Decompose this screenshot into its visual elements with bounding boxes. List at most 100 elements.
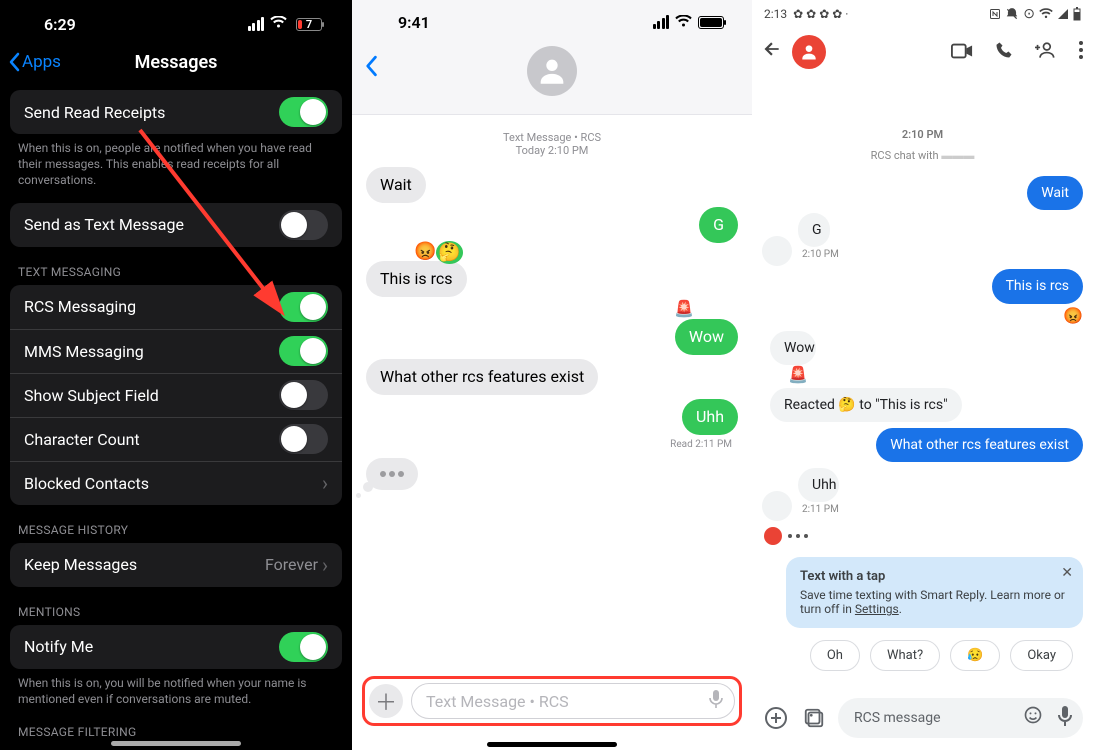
message-in[interactable]: Reacted 🤔 to "This is rcs" [770,388,962,422]
mic-icon[interactable] [1057,705,1073,732]
row-send-as-text[interactable]: Send as Text Message [10,203,342,247]
toggle-show-subject[interactable] [279,380,328,410]
ios-messages-panel: 9:41 Text Message • RCS Today 2:10 PM Wa… [352,0,752,750]
row-send-read-receipts[interactable]: Send Read Receipts [10,90,342,134]
smart-reply-chips: Oh What? 😥 Okay [762,634,1083,671]
row-show-subject[interactable]: Show Subject Field [10,373,342,417]
message-input[interactable]: Text Message • RCS [411,683,735,719]
chip-emoji[interactable]: 😥 [950,640,1000,671]
attach-button[interactable]: ＋ [369,684,403,718]
contact-name [352,98,752,108]
message-input[interactable]: RCS message [838,698,1083,738]
toggle-mms-messaging[interactable] [279,336,328,366]
video-call-icon[interactable] [951,40,973,64]
message-in[interactable]: G [798,213,830,247]
chip-okay[interactable]: Okay [1010,640,1073,671]
add-person-icon[interactable] [1035,40,1057,64]
row-keep-messages[interactable]: Keep Messages Forever › [10,543,342,587]
sender-avatar [762,491,792,521]
group-mentions: Notify Me [10,625,342,669]
reaction-cluster[interactable]: 😡 🤔 [414,241,463,264]
message-out[interactable]: Wow [675,319,738,355]
clock: 6:29 [44,15,76,34]
row-mms-messaging[interactable]: MMS Messaging [10,329,342,373]
typing-indicator [366,458,418,490]
header-message-history: MESSAGE HISTORY [10,505,342,543]
conversation: Text Message • RCS Today 2:10 PM Wait G … [352,115,752,490]
wifi-icon [1039,8,1053,20]
reaction-siren[interactable]: 🚨 [788,365,808,384]
reaction-angry: 😡 [414,241,436,264]
message-in[interactable]: What other rcs features exist [366,359,598,395]
dnd-icon [1005,7,1019,21]
attach-button[interactable] [762,704,790,732]
message-out[interactable]: G [699,207,738,243]
contact-avatar[interactable] [792,35,826,69]
typing-indicator [764,527,1083,545]
system-icons: ⊙ [989,6,1081,22]
chip-what[interactable]: What? [870,640,940,671]
message-out[interactable]: Wait [1027,176,1083,210]
mic-icon[interactable] [708,689,724,714]
toggle-notify-me[interactable] [279,632,328,662]
row-blocked-contacts[interactable]: Blocked Contacts › [10,461,342,505]
footer-notify-me: When this is on, you will be notified wh… [10,669,342,707]
row-rcs-messaging[interactable]: RCS Messaging [10,285,342,329]
toggle-char-count[interactable] [279,424,328,454]
back-button[interactable] [762,39,782,65]
home-indicator [487,742,617,747]
status-bar: 9:41 [352,0,752,44]
status-bar: 6:29 7 [0,0,352,48]
conversation: 2:10 PM RCS chat with ▬▬▬ Wait G 2:10 PM… [752,76,1093,671]
nav-bar: Apps Messages [0,48,352,76]
toggle-send-as-text[interactable] [279,210,328,240]
cellular-icon [1057,8,1069,20]
message-in[interactable]: Uhh [798,468,839,502]
reaction-angry[interactable]: 😡 [1063,306,1083,325]
typing-avatar [764,527,782,545]
footer-read-receipts: When this is on, people are notified whe… [10,134,342,189]
wifi-icon [675,13,692,32]
notif-icons: ✿ ✿ ✿ ✿ · [793,7,848,21]
toggle-send-read-receipts[interactable] [279,97,328,127]
msg-timestamp: 2:11 PM [802,504,851,515]
composer: ＋ Text Message • RCS [352,670,752,746]
reaction-thinking: 🤔 [436,241,462,264]
reaction-siren[interactable]: 🚨 [674,299,694,318]
gallery-button[interactable] [800,704,828,732]
smart-reply-card: ✕ Text with a tap Save time texting with… [786,557,1083,628]
header-text-messaging: TEXT MESSAGING [10,247,342,285]
message-in[interactable]: Wait [366,167,426,203]
battery-icon: 7 [293,18,322,31]
nfc-icon [989,8,1001,20]
message-out[interactable]: What other rcs features exist [876,428,1083,462]
battery-icon [1073,7,1081,21]
message-in[interactable]: Wow [770,331,816,365]
ios-settings-panel: 6:29 7 Apps Messages Send Read Receipts … [0,0,352,750]
header-message-filtering: MESSAGE FILTERING [10,707,342,745]
composer: RCS message [752,694,1093,748]
message-in[interactable]: This is rcs [366,261,467,297]
card-body: Save time texting with Smart Reply. Lear… [800,588,1069,616]
call-icon[interactable] [995,40,1013,64]
app-bar [752,28,1093,76]
read-receipt: Read 2:11 PM [366,439,732,450]
overflow-icon[interactable] [1079,40,1083,64]
chip-oh[interactable]: Oh [810,640,860,671]
settings-link[interactable]: Settings [855,602,899,616]
contact-avatar[interactable] [527,46,577,96]
cellular-icon [248,17,265,31]
row-char-count[interactable]: Character Count [10,417,342,461]
row-notify-me[interactable]: Notify Me [10,625,342,669]
group-read-receipts: Send Read Receipts [10,90,342,134]
input-placeholder: RCS message [854,710,941,726]
message-out[interactable]: Uhh [682,399,738,435]
emoji-icon[interactable] [1023,705,1043,732]
chevron-right-icon: › [322,553,328,577]
back-button[interactable]: Apps [0,52,61,72]
toggle-rcs-messaging[interactable] [279,292,328,322]
back-button[interactable] [364,54,378,84]
close-icon[interactable]: ✕ [1061,565,1073,581]
message-out[interactable]: This is rcs [992,269,1083,303]
thread-timestamp: Text Message • RCS Today 2:10 PM [366,131,738,157]
